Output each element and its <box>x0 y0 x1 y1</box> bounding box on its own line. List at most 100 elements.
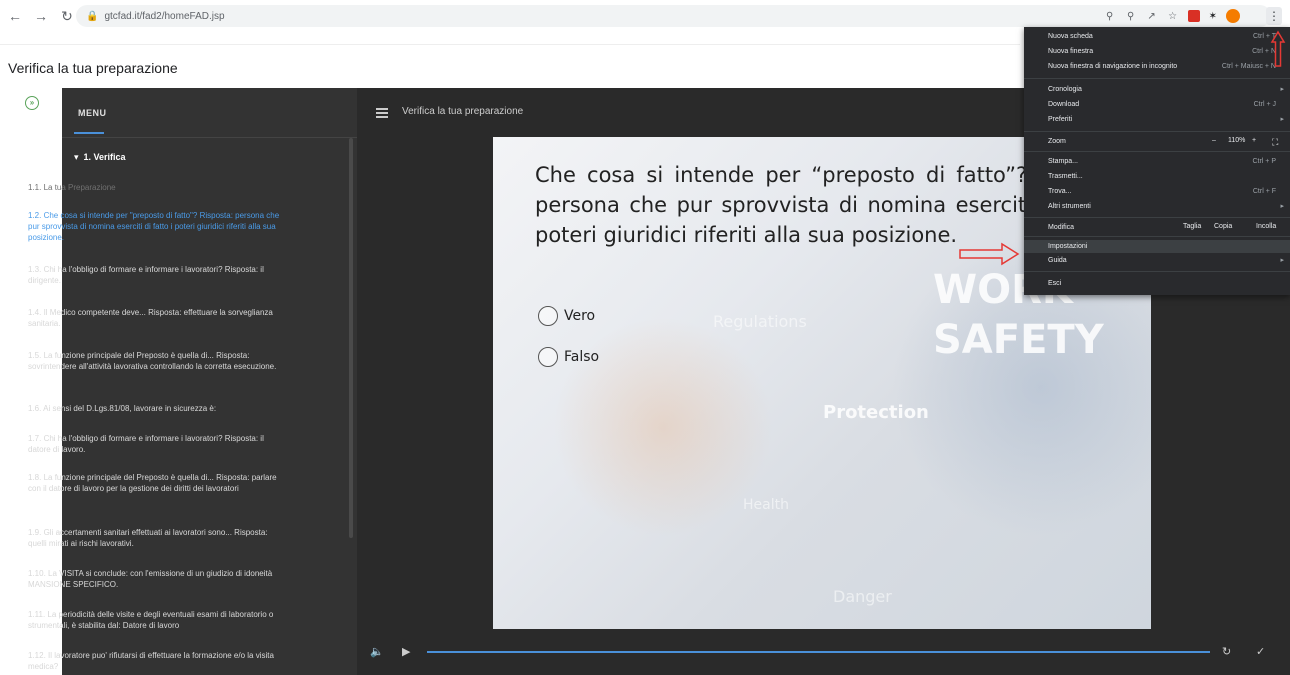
menu-item-1-12[interactable]: 1.12. Il lavoratore puo' rifiutarsi di e… <box>28 650 288 670</box>
menu-item-1-9[interactable]: 1.9. Gli accertamenti sanitari effettuat… <box>28 527 288 549</box>
option-vero[interactable]: Vero <box>538 306 595 326</box>
menu-item-1-3[interactable]: 1.3. Chi ha l'obbligo di formare e infor… <box>28 264 288 286</box>
menu-zoom: Zoom <box>1048 137 1284 147</box>
menu-find[interactable]: Trova... Ctrl + F <box>1048 187 1284 197</box>
watermark-danger: Danger <box>833 587 892 606</box>
submit-check-icon[interactable]: ✓ <box>1256 645 1265 658</box>
menu-separator <box>1024 236 1290 237</box>
annotation-arrow-up-icon <box>1270 30 1286 67</box>
zoom-in-button[interactable]: + <box>1252 137 1256 144</box>
zoom-out-button[interactable]: – <box>1212 137 1216 144</box>
menu-separator <box>1024 217 1290 218</box>
menu-history[interactable]: Cronologia ▸ <box>1048 85 1284 95</box>
profile-avatar[interactable] <box>1226 9 1240 23</box>
new-window-label: Nuova finestra <box>1048 48 1094 55</box>
menu-new-window[interactable]: Nuova finestra Ctrl + N <box>1048 47 1284 57</box>
extensions-puzzle-icon[interactable]: ✶ <box>1209 11 1217 22</box>
menu-item-1-8[interactable]: 1.8. La funzione principale del Preposto… <box>28 472 288 494</box>
option-falso[interactable]: Falso <box>538 347 599 367</box>
lock-icon: 🔒 <box>86 10 99 22</box>
menu-item-1-1[interactable]: 1.1. La tua Preparazione <box>28 182 288 193</box>
menu-bookmarks[interactable]: Preferiti ▸ <box>1048 115 1284 125</box>
incognito-shortcut: Ctrl + Maiusc + N <box>1221 63 1276 70</box>
player-controls <box>357 636 1290 675</box>
menu-print[interactable]: Stampa... Ctrl + P <box>1048 157 1284 167</box>
menu-downloads[interactable]: Download Ctrl + J <box>1048 100 1284 110</box>
zoom-label: Zoom <box>1048 138 1066 145</box>
reload-icon[interactable]: ↻ <box>56 5 78 27</box>
toolbar-divider <box>0 44 1020 45</box>
option-falso-label: Falso <box>564 349 600 365</box>
menu-separator <box>1024 78 1290 79</box>
menu-new-tab[interactable]: Nuova scheda Ctrl + T <box>1048 32 1284 42</box>
cut-button[interactable]: Taglia <box>1183 223 1201 230</box>
back-icon[interactable]: ← <box>4 5 26 27</box>
find-shortcut: Ctrl + F <box>1252 188 1276 195</box>
menu-help[interactable]: Guida ▸ <box>1048 256 1284 266</box>
menu-item-1-2[interactable]: 1.2. Che cosa si intende per "preposto d… <box>28 210 288 243</box>
chrome-menu-icon[interactable]: ⋮ <box>1266 7 1282 25</box>
fullscreen-icon[interactable]: ⛶ <box>1272 137 1278 148</box>
menu-tab[interactable]: MENU <box>62 88 357 138</box>
player-title: Verifica la tua preparazione <box>402 106 524 117</box>
print-label: Stampa... <box>1048 158 1078 165</box>
settings-label: Impostazioni <box>1048 243 1088 250</box>
menu-incognito[interactable]: Nuova finestra di navigazione in incogni… <box>1048 62 1284 72</box>
watermark-safety: SAFETY <box>933 317 1104 363</box>
menu-item-1-11[interactable]: 1.11. La periodicità delle visite e degl… <box>28 609 288 631</box>
edit-label: Modifica <box>1048 224 1075 231</box>
menu-item-1-10[interactable]: 1.10. La VISITA si conclude: con l'emiss… <box>28 568 288 590</box>
downloads-shortcut: Ctrl + J <box>1253 101 1276 108</box>
menu-cast[interactable]: Trasmetti... <box>1048 172 1284 182</box>
chevron-right-icon: ▸ <box>1280 203 1284 210</box>
radio-falso[interactable] <box>538 347 558 367</box>
menu-more-tools[interactable]: Altri strumenti ▸ <box>1048 202 1284 212</box>
zoom-icon[interactable]: ⚲ <box>1125 11 1137 22</box>
menu-item-1-5[interactable]: 1.5. La funzione principale del Preposto… <box>28 350 288 372</box>
key-icon[interactable]: ⚲ <box>1104 11 1116 22</box>
menu-separator <box>62 137 357 138</box>
section-label: 1. Verifica <box>83 152 126 162</box>
share-icon[interactable]: ↗ <box>1146 11 1158 22</box>
page-title: Verifica la tua preparazione <box>8 60 178 76</box>
help-label: Guida <box>1048 257 1067 264</box>
watermark-regulations: Regulations <box>713 312 807 331</box>
bookmarks-label: Preferiti <box>1048 116 1073 123</box>
incognito-label: Nuova finestra di navigazione in incogni… <box>1048 63 1178 70</box>
menu-settings[interactable]: Impostazioni <box>1024 240 1290 253</box>
new-tab-label: Nuova scheda <box>1048 33 1093 40</box>
copy-button[interactable]: Copia <box>1214 223 1232 230</box>
replay-icon[interactable]: ↻ <box>1222 645 1231 658</box>
menu-separator <box>1024 151 1290 152</box>
sidebar-scrollbar[interactable] <box>349 138 353 538</box>
menu-item-1-6[interactable]: 1.6. Ai sensi del D.Lgs.81/08, lavorare … <box>28 403 288 414</box>
paste-button[interactable]: Incolla <box>1256 223 1276 230</box>
menu-item-1-4[interactable]: 1.4. Il Medico competente deve... Rispos… <box>28 307 288 329</box>
exit-label: Esci <box>1048 280 1062 287</box>
menu-separator <box>1024 271 1290 272</box>
watermark-health: Health <box>743 497 789 513</box>
chevron-right-icon: ▸ <box>1280 86 1284 93</box>
bookmark-star-icon[interactable]: ☆ <box>1167 11 1179 22</box>
menu-item-1-7[interactable]: 1.7. Chi ha l'obbligo di formare e infor… <box>28 433 288 455</box>
menu-exit[interactable]: Esci <box>1048 279 1284 289</box>
zoom-value: 110% <box>1228 137 1246 144</box>
cast-label: Trasmetti... <box>1048 173 1083 180</box>
address-bar[interactable]: 🔒 gtcfad.it/fad2/homeFAD.jsp <box>76 5 1271 27</box>
forward-icon[interactable]: → <box>30 5 52 27</box>
pdf-extension-icon[interactable] <box>1187 10 1200 22</box>
more-tools-label: Altri strumenti <box>1048 203 1091 210</box>
volume-icon[interactable]: 🔈 <box>370 645 384 658</box>
expand-sidebar-icon[interactable]: » <box>25 96 39 110</box>
play-icon[interactable]: ▶ <box>402 645 410 658</box>
option-vero-label: Vero <box>564 308 596 324</box>
section-header-verifica[interactable]: ▾ 1. Verifica <box>74 152 126 163</box>
hamburger-menu-icon[interactable] <box>376 108 388 120</box>
find-label: Trova... <box>1048 188 1072 195</box>
seek-bar[interactable] <box>427 651 1210 653</box>
url-text: gtcfad.it/fad2/homeFAD.jsp <box>104 10 225 22</box>
chevron-right-icon: ▸ <box>1280 257 1284 264</box>
menu-edit: Modifica <box>1048 223 1284 233</box>
chevron-right-icon: ▸ <box>1280 116 1284 123</box>
radio-vero[interactable] <box>538 306 558 326</box>
